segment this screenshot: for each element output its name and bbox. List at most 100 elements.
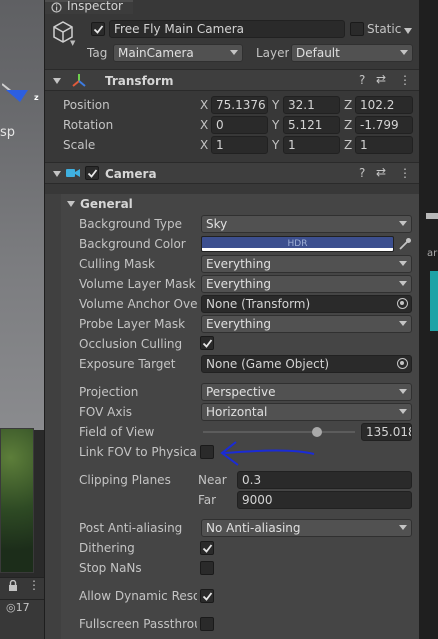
volume-anchor-override-field[interactable]: None (Transform) (201, 295, 412, 313)
allow-dynamic-resolution-checkbox[interactable] (200, 589, 214, 603)
dithering-checkbox[interactable] (200, 541, 214, 555)
rotation-z-field[interactable]: -1.799 (355, 116, 413, 134)
chevron-down-icon (399, 321, 407, 326)
static-checkbox[interactable] (350, 22, 364, 36)
scene-gizmo-icon[interactable] (2, 80, 32, 110)
axis-y-label[interactable]: Y (272, 98, 279, 112)
inspector-tab[interactable]: Inspector (45, 0, 133, 14)
transform-header[interactable]: Transform ? ⇄ ⋮ (45, 69, 419, 91)
culling-mask-label: Culling Mask (79, 257, 155, 271)
post-anti-aliasing-label: Post Anti-aliasing (79, 521, 183, 535)
info-icon (51, 2, 62, 13)
lock-icon[interactable] (8, 580, 18, 592)
field-of-view-slider-track[interactable] (203, 431, 355, 433)
axis-x-label[interactable]: X (200, 98, 208, 112)
scene-viewport[interactable] (0, 0, 44, 430)
near-label[interactable]: Near (198, 473, 227, 487)
link-fov-checkbox[interactable] (200, 445, 214, 459)
culling-mask-dropdown[interactable]: Everything (201, 255, 412, 273)
kebab-menu-icon[interactable]: ⋮ (28, 578, 40, 592)
chevron-down-icon (399, 221, 407, 226)
annotation-arrow-icon (220, 441, 315, 466)
axis-z-label[interactable]: Z (344, 138, 352, 152)
gameobject-active-checkbox[interactable] (91, 22, 105, 36)
exposure-target-field[interactable]: None (Game Object) (201, 355, 412, 373)
axis-y-label[interactable]: Y (272, 138, 279, 152)
object-picker-icon[interactable] (397, 358, 408, 369)
scale-x-field[interactable]: 1 (211, 136, 268, 154)
inspector-tab-label: Inspector (67, 0, 123, 13)
position-y-field[interactable]: 32.1 (283, 96, 340, 114)
tag-dropdown[interactable]: MainCamera (113, 44, 243, 62)
volume-layer-mask-dropdown[interactable]: Everything (201, 275, 412, 293)
background-color-label: Background Color (79, 237, 186, 251)
presets-icon[interactable]: ⇄ (376, 165, 386, 179)
scene-label: sp (0, 125, 16, 140)
occlusion-culling-checkbox[interactable] (200, 336, 214, 350)
scale-z-field[interactable]: 1 (355, 136, 413, 154)
chevron-down-icon (400, 50, 408, 55)
far-label[interactable]: Far (198, 493, 216, 507)
probe-layer-mask-dropdown[interactable]: Everything (201, 315, 412, 333)
field-of-view-input[interactable]: 135.018 (361, 423, 412, 441)
presets-icon[interactable]: ⇄ (376, 72, 386, 86)
general-foldout-arrow-icon[interactable] (67, 201, 75, 207)
help-icon[interactable]: ? (359, 166, 365, 180)
scale-y-field[interactable]: 1 (283, 136, 340, 154)
volume-anchor-override-label: Volume Anchor Overr (79, 297, 197, 311)
kebab-menu-icon[interactable]: ⋮ (399, 73, 411, 87)
kebab-menu-icon[interactable]: ⋮ (399, 166, 411, 180)
background-type-label: Background Type (79, 217, 182, 231)
static-dropdown-arrow-icon[interactable] (404, 28, 412, 34)
gameobject-name-input[interactable]: Free Fly Main Camera (109, 20, 345, 38)
object-picker-icon[interactable] (397, 298, 408, 309)
camera-header[interactable]: Camera ? ⇄ ⋮ (45, 162, 419, 184)
right-panel-text: ar (427, 248, 438, 259)
far-clip-input[interactable]: 9000 (237, 491, 412, 509)
rotation-x-field[interactable]: 0 (211, 116, 268, 134)
scale-label: Scale (63, 138, 96, 152)
occlusion-culling-label: Occlusion Culling (79, 337, 183, 351)
right-panel-tab[interactable] (426, 213, 438, 219)
hidden-objects-count[interactable]: ◎17 (6, 601, 30, 614)
general-title[interactable]: General (80, 197, 133, 211)
scene-view-strip[interactable]: z sp ⋮ ◎17 (0, 0, 44, 639)
axis-x-label[interactable]: X (200, 118, 208, 132)
icon-dropdown-caret-icon[interactable]: ▼ (70, 39, 75, 47)
rotation-y-field[interactable]: 5.121 (283, 116, 340, 134)
foldout-arrow-icon[interactable] (53, 78, 61, 84)
background-type-dropdown[interactable]: Sky (201, 215, 412, 233)
foldout-arrow-icon[interactable] (53, 171, 61, 177)
position-label: Position (63, 98, 110, 112)
eyedropper-icon[interactable] (398, 237, 412, 251)
transform-axes-icon (72, 74, 86, 87)
post-anti-aliasing-dropdown[interactable]: No Anti-aliasing (201, 519, 412, 537)
stop-nans-checkbox[interactable] (200, 561, 214, 575)
axis-y-label[interactable]: Y (272, 118, 279, 132)
allow-dynamic-resolution-label: Allow Dynamic Resol (79, 589, 197, 603)
projection-dropdown[interactable]: Perspective (201, 383, 412, 401)
stop-nans-label: Stop NaNs (79, 561, 142, 575)
chevron-down-icon (399, 409, 407, 414)
field-of-view-slider-thumb[interactable] (312, 427, 322, 437)
chevron-down-icon (230, 50, 238, 55)
transform-title: Transform (105, 74, 174, 88)
axis-z-label[interactable]: Z (344, 118, 352, 132)
position-z-field[interactable]: 102.2 (355, 96, 413, 114)
axis-x-label[interactable]: X (200, 138, 208, 152)
fov-axis-dropdown[interactable]: Horizontal (201, 403, 412, 421)
clipping-planes-label: Clipping Planes (79, 473, 171, 487)
help-icon[interactable]: ? (359, 73, 365, 87)
gizmo-z-label: z (34, 93, 39, 102)
camera-enabled-checkbox[interactable] (85, 166, 99, 180)
layer-dropdown[interactable]: Default (291, 44, 413, 62)
position-x-field[interactable]: 75.1376 (211, 96, 268, 114)
near-clip-input[interactable]: 0.3 (237, 471, 412, 489)
background-color-swatch[interactable]: HDR (201, 236, 394, 252)
camera-title: Camera (105, 167, 157, 181)
fullscreen-passthrough-checkbox[interactable] (200, 617, 214, 631)
right-panel-highlight (430, 271, 438, 331)
static-label: Static (367, 22, 402, 36)
axis-z-label[interactable]: Z (344, 98, 352, 112)
dithering-label: Dithering (79, 541, 135, 555)
